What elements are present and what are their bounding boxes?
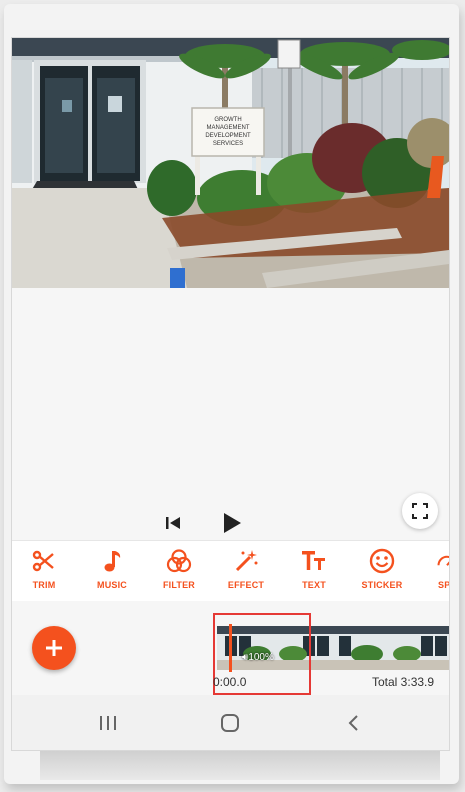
tool-music[interactable]: MUSIC [82, 547, 142, 597]
fullscreen-button[interactable] [402, 493, 438, 529]
plus-icon [46, 640, 62, 656]
home-button[interactable] [216, 709, 244, 737]
recents-button[interactable] [94, 709, 122, 737]
current-time: 0:00.0 [213, 675, 247, 689]
edit-toolbar: TRIM MUSIC FILTER EFFECT TEXT STICKER SP [12, 540, 449, 601]
speed-icon [437, 555, 449, 566]
tool-speed[interactable]: SPE [418, 547, 449, 597]
fullscreen-icon [412, 503, 428, 519]
play-button[interactable] [217, 508, 247, 538]
scissors-icon [32, 550, 54, 572]
tool-music-label: MUSIC [97, 580, 127, 590]
clip-volume-label: 🔊︎100% [242, 652, 274, 663]
system-navigation-bar [12, 695, 449, 750]
magic-wand-icon [235, 550, 258, 572]
clip-volume-value: 100% [248, 652, 274, 663]
play-icon [224, 513, 241, 533]
sign-line-4: SERVICES [213, 141, 243, 147]
recents-icon [100, 716, 116, 730]
add-clip-button[interactable] [32, 626, 76, 670]
tool-text[interactable]: TEXT [284, 547, 344, 597]
tool-filter-label: FILTER [162, 580, 196, 590]
tool-filter[interactable]: FILTER [149, 547, 209, 597]
text-icon [302, 551, 325, 570]
timeline: 🔊︎100% 0:00.0 Total 3:33.9 [12, 601, 449, 695]
filter-circles-icon [166, 549, 192, 573]
tool-sticker-label: STICKER [361, 580, 403, 590]
sign-line-1: GROWTH [214, 117, 241, 123]
skip-previous-icon [166, 517, 180, 529]
tool-speed-label: SPE [438, 580, 449, 590]
tool-trim[interactable]: TRIM [14, 547, 74, 597]
phone-screen: GROWTH MANAGEMENT DEVELOPMENT SERVICES T… [12, 38, 449, 750]
video-preview[interactable]: GROWTH MANAGEMENT DEVELOPMENT SERVICES [12, 38, 449, 288]
smiley-icon [369, 548, 395, 574]
back-icon [348, 715, 358, 731]
tool-trim-label: TRIM [32, 580, 56, 590]
music-note-icon [104, 551, 121, 572]
preview-empty-area [12, 288, 449, 508]
total-time: Total 3:33.9 [372, 675, 435, 689]
sign-line-3: DEVELOPMENT [205, 133, 251, 139]
tool-effect-label: EFFECT [227, 580, 265, 590]
clip-thumbnail [391, 626, 449, 670]
skip-previous-button[interactable] [162, 512, 184, 534]
bottom-shadow-band [40, 750, 440, 780]
tool-sticker[interactable]: STICKER [352, 547, 412, 597]
clip-thumbnail [333, 626, 391, 670]
tool-text-label: TEXT [302, 580, 326, 590]
playhead[interactable] [229, 624, 232, 672]
home-icon [221, 714, 239, 732]
sign-line-2: MANAGEMENT [206, 125, 249, 131]
back-button[interactable] [339, 709, 367, 737]
tool-effect[interactable]: EFFECT [216, 547, 276, 597]
